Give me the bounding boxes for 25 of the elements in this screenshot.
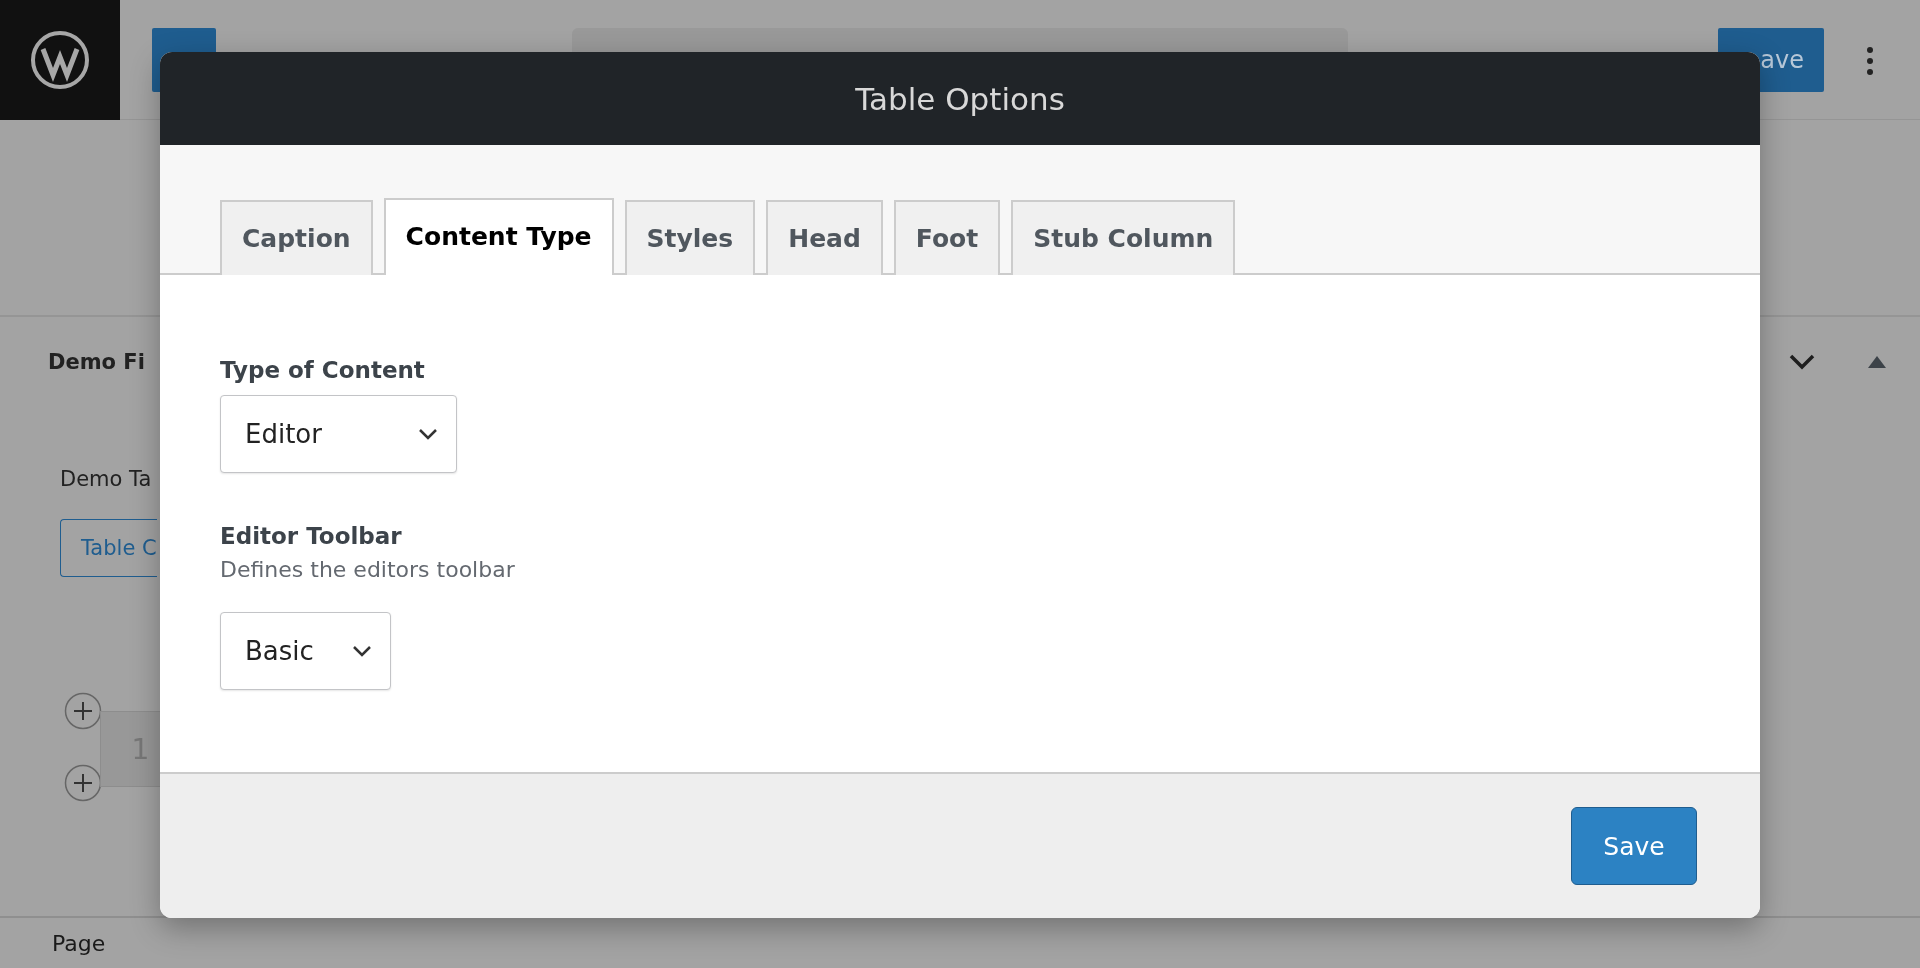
field-help-text: Defines the editors toolbar: [220, 557, 515, 582]
select-dropdown[interactable]: Basic: [220, 612, 391, 690]
tab[interactable]: Styles: [624, 200, 756, 275]
wordpress-logo-tile[interactable]: [0, 0, 120, 120]
status-bar-text: Page: [52, 930, 106, 956]
panel-title: Demo Fi: [48, 350, 145, 374]
field-label: Editor Toolbar: [220, 523, 402, 549]
save-button[interactable]: Save: [1571, 807, 1697, 885]
chevron-down-icon: [418, 428, 438, 440]
triangle-up-icon[interactable]: [1868, 356, 1886, 368]
more-options-icon[interactable]: [1866, 46, 1874, 76]
tab[interactable]: Content Type: [383, 198, 614, 275]
chevron-down-icon[interactable]: [1788, 353, 1816, 371]
chevron-down-icon: [351, 645, 372, 657]
add-row-icon[interactable]: [64, 692, 102, 730]
tab[interactable]: Stub Column: [1011, 200, 1236, 275]
tab[interactable]: Head: [766, 200, 883, 275]
tab[interactable]: Foot: [893, 200, 1001, 275]
field-label: Type of Content: [220, 357, 425, 383]
add-row-icon[interactable]: [64, 764, 102, 802]
dialog-title: Table Options: [855, 80, 1065, 117]
select-dropdown[interactable]: Editor: [220, 395, 457, 473]
tab[interactable]: Caption: [220, 200, 373, 275]
field-label: Demo Ta: [60, 467, 152, 491]
wordpress-logo-icon: [29, 29, 91, 91]
